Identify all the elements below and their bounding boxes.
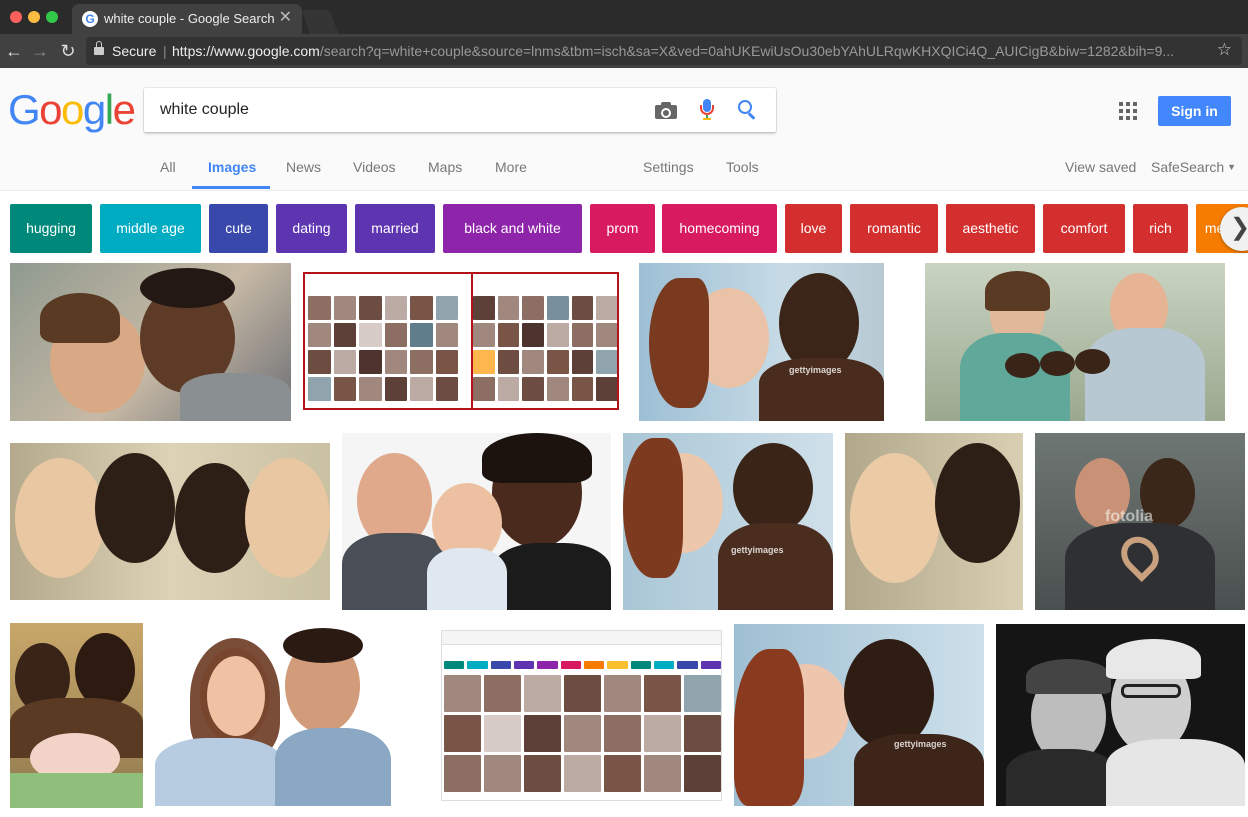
logo-letter: g — [82, 86, 106, 133]
chip-love[interactable]: love — [785, 204, 842, 253]
image-result[interactable] — [10, 623, 143, 808]
logo-letter: o — [61, 86, 84, 133]
reload-icon[interactable]: ↻ — [57, 38, 79, 64]
safesearch-dropdown[interactable]: SafeSearch ▼ — [1151, 159, 1236, 175]
tools-link[interactable]: Tools — [726, 159, 759, 175]
search-icon[interactable] — [738, 100, 758, 120]
chip-married[interactable]: married — [355, 204, 435, 253]
logo-letter: e — [112, 86, 136, 133]
image-result[interactable] — [845, 433, 1023, 610]
browser-toolbar: ← → ↻ Secure | https://www.google.com/se… — [0, 34, 1248, 68]
image-result[interactable] — [996, 624, 1245, 806]
chip-dating[interactable]: dating — [276, 204, 347, 253]
google-logo[interactable]: Google — [8, 86, 136, 134]
maximize-window-button[interactable] — [46, 11, 58, 23]
browser-tab-active[interactable]: G white couple - Google Search ✕ — [72, 4, 302, 34]
image-result[interactable] — [155, 628, 391, 806]
sign-in-button[interactable]: Sign in — [1158, 96, 1231, 126]
image-result[interactable] — [441, 630, 722, 801]
search-input[interactable] — [160, 101, 630, 119]
watermark: gettyimages — [894, 739, 947, 749]
tab-images[interactable]: Images — [208, 159, 256, 175]
chip-black-and-white[interactable]: black and white — [443, 204, 582, 253]
chip-romantic[interactable]: romantic — [850, 204, 938, 253]
chip-hugging[interactable]: hugging — [10, 204, 92, 253]
url-text[interactable]: https://www.google.com/search?q=white+co… — [172, 43, 1202, 59]
chip-cute[interactable]: cute — [209, 204, 268, 253]
search-box — [144, 88, 776, 132]
tab-news[interactable]: News — [286, 159, 321, 175]
forward-arrow-icon[interactable]: → — [29, 38, 51, 64]
url-path: /search?q=white+couple&source=lnms&tbm=i… — [319, 43, 1175, 59]
chip-rich[interactable]: rich — [1133, 204, 1188, 253]
chip-comfort[interactable]: comfort — [1043, 204, 1125, 253]
image-result[interactable]: gettyimages — [734, 624, 984, 806]
secure-label: Secure — [112, 43, 157, 59]
image-result[interactable] — [10, 263, 291, 421]
google-favicon-icon: G — [82, 11, 98, 27]
google-header: Google Sign in All Images News Videos Ma… — [0, 68, 1248, 191]
chip-aesthetic[interactable]: aesthetic — [946, 204, 1035, 253]
logo-letter: G — [8, 86, 41, 133]
image-result[interactable]: fotolia — [1035, 433, 1245, 610]
camera-icon[interactable] — [655, 101, 677, 119]
settings-link[interactable]: Settings — [643, 159, 694, 175]
tab-videos[interactable]: Videos — [353, 159, 396, 175]
minimize-window-button[interactable] — [28, 11, 40, 23]
new-tab-button[interactable] — [301, 10, 339, 34]
tab-maps[interactable]: Maps — [428, 159, 462, 175]
image-result[interactable]: gettyimages — [623, 433, 833, 610]
watermark: gettyimages — [789, 365, 842, 375]
apps-grid-icon[interactable] — [1119, 102, 1137, 120]
caret-down-icon: ▼ — [1227, 162, 1237, 172]
chip-prom[interactable]: prom — [590, 204, 655, 253]
back-arrow-icon[interactable]: ← — [3, 38, 25, 64]
url-host: https://www.google.com — [172, 43, 320, 59]
active-tab-indicator — [192, 186, 270, 189]
address-bar[interactable]: Secure | https://www.google.com/search?q… — [86, 37, 1242, 65]
logo-letter: o — [39, 86, 62, 133]
chip-homecoming[interactable]: homecoming — [662, 204, 777, 253]
address-separator: | — [163, 43, 167, 59]
image-result[interactable]: gettyimages — [639, 263, 884, 421]
image-result[interactable] — [925, 263, 1225, 421]
watermark: gettyimages — [731, 545, 784, 555]
image-result[interactable] — [10, 443, 330, 600]
safesearch-label: SafeSearch — [1151, 159, 1225, 175]
tab-more[interactable]: More — [495, 159, 527, 175]
related-search-chips: hugging middle age cute dating married black … — [10, 204, 1248, 253]
tab-title: white couple - Google Search — [104, 11, 275, 26]
close-tab-icon[interactable]: ✕ — [279, 9, 292, 27]
chip-middle-age[interactable]: middle age — [100, 204, 201, 253]
lock-icon — [94, 41, 104, 56]
view-saved-link[interactable]: View saved — [1065, 159, 1136, 175]
tab-all[interactable]: All — [160, 159, 176, 175]
bookmark-star-icon[interactable]: ☆ — [1217, 40, 1232, 60]
microphone-icon[interactable] — [700, 99, 714, 121]
browser-titlebar: G white couple - Google Search ✕ — [0, 0, 1248, 34]
image-result[interactable] — [303, 272, 619, 410]
close-window-button[interactable] — [10, 11, 22, 23]
logo-letter: l — [104, 86, 114, 133]
image-result[interactable] — [342, 433, 611, 610]
watermark: fotolia — [1105, 508, 1153, 525]
